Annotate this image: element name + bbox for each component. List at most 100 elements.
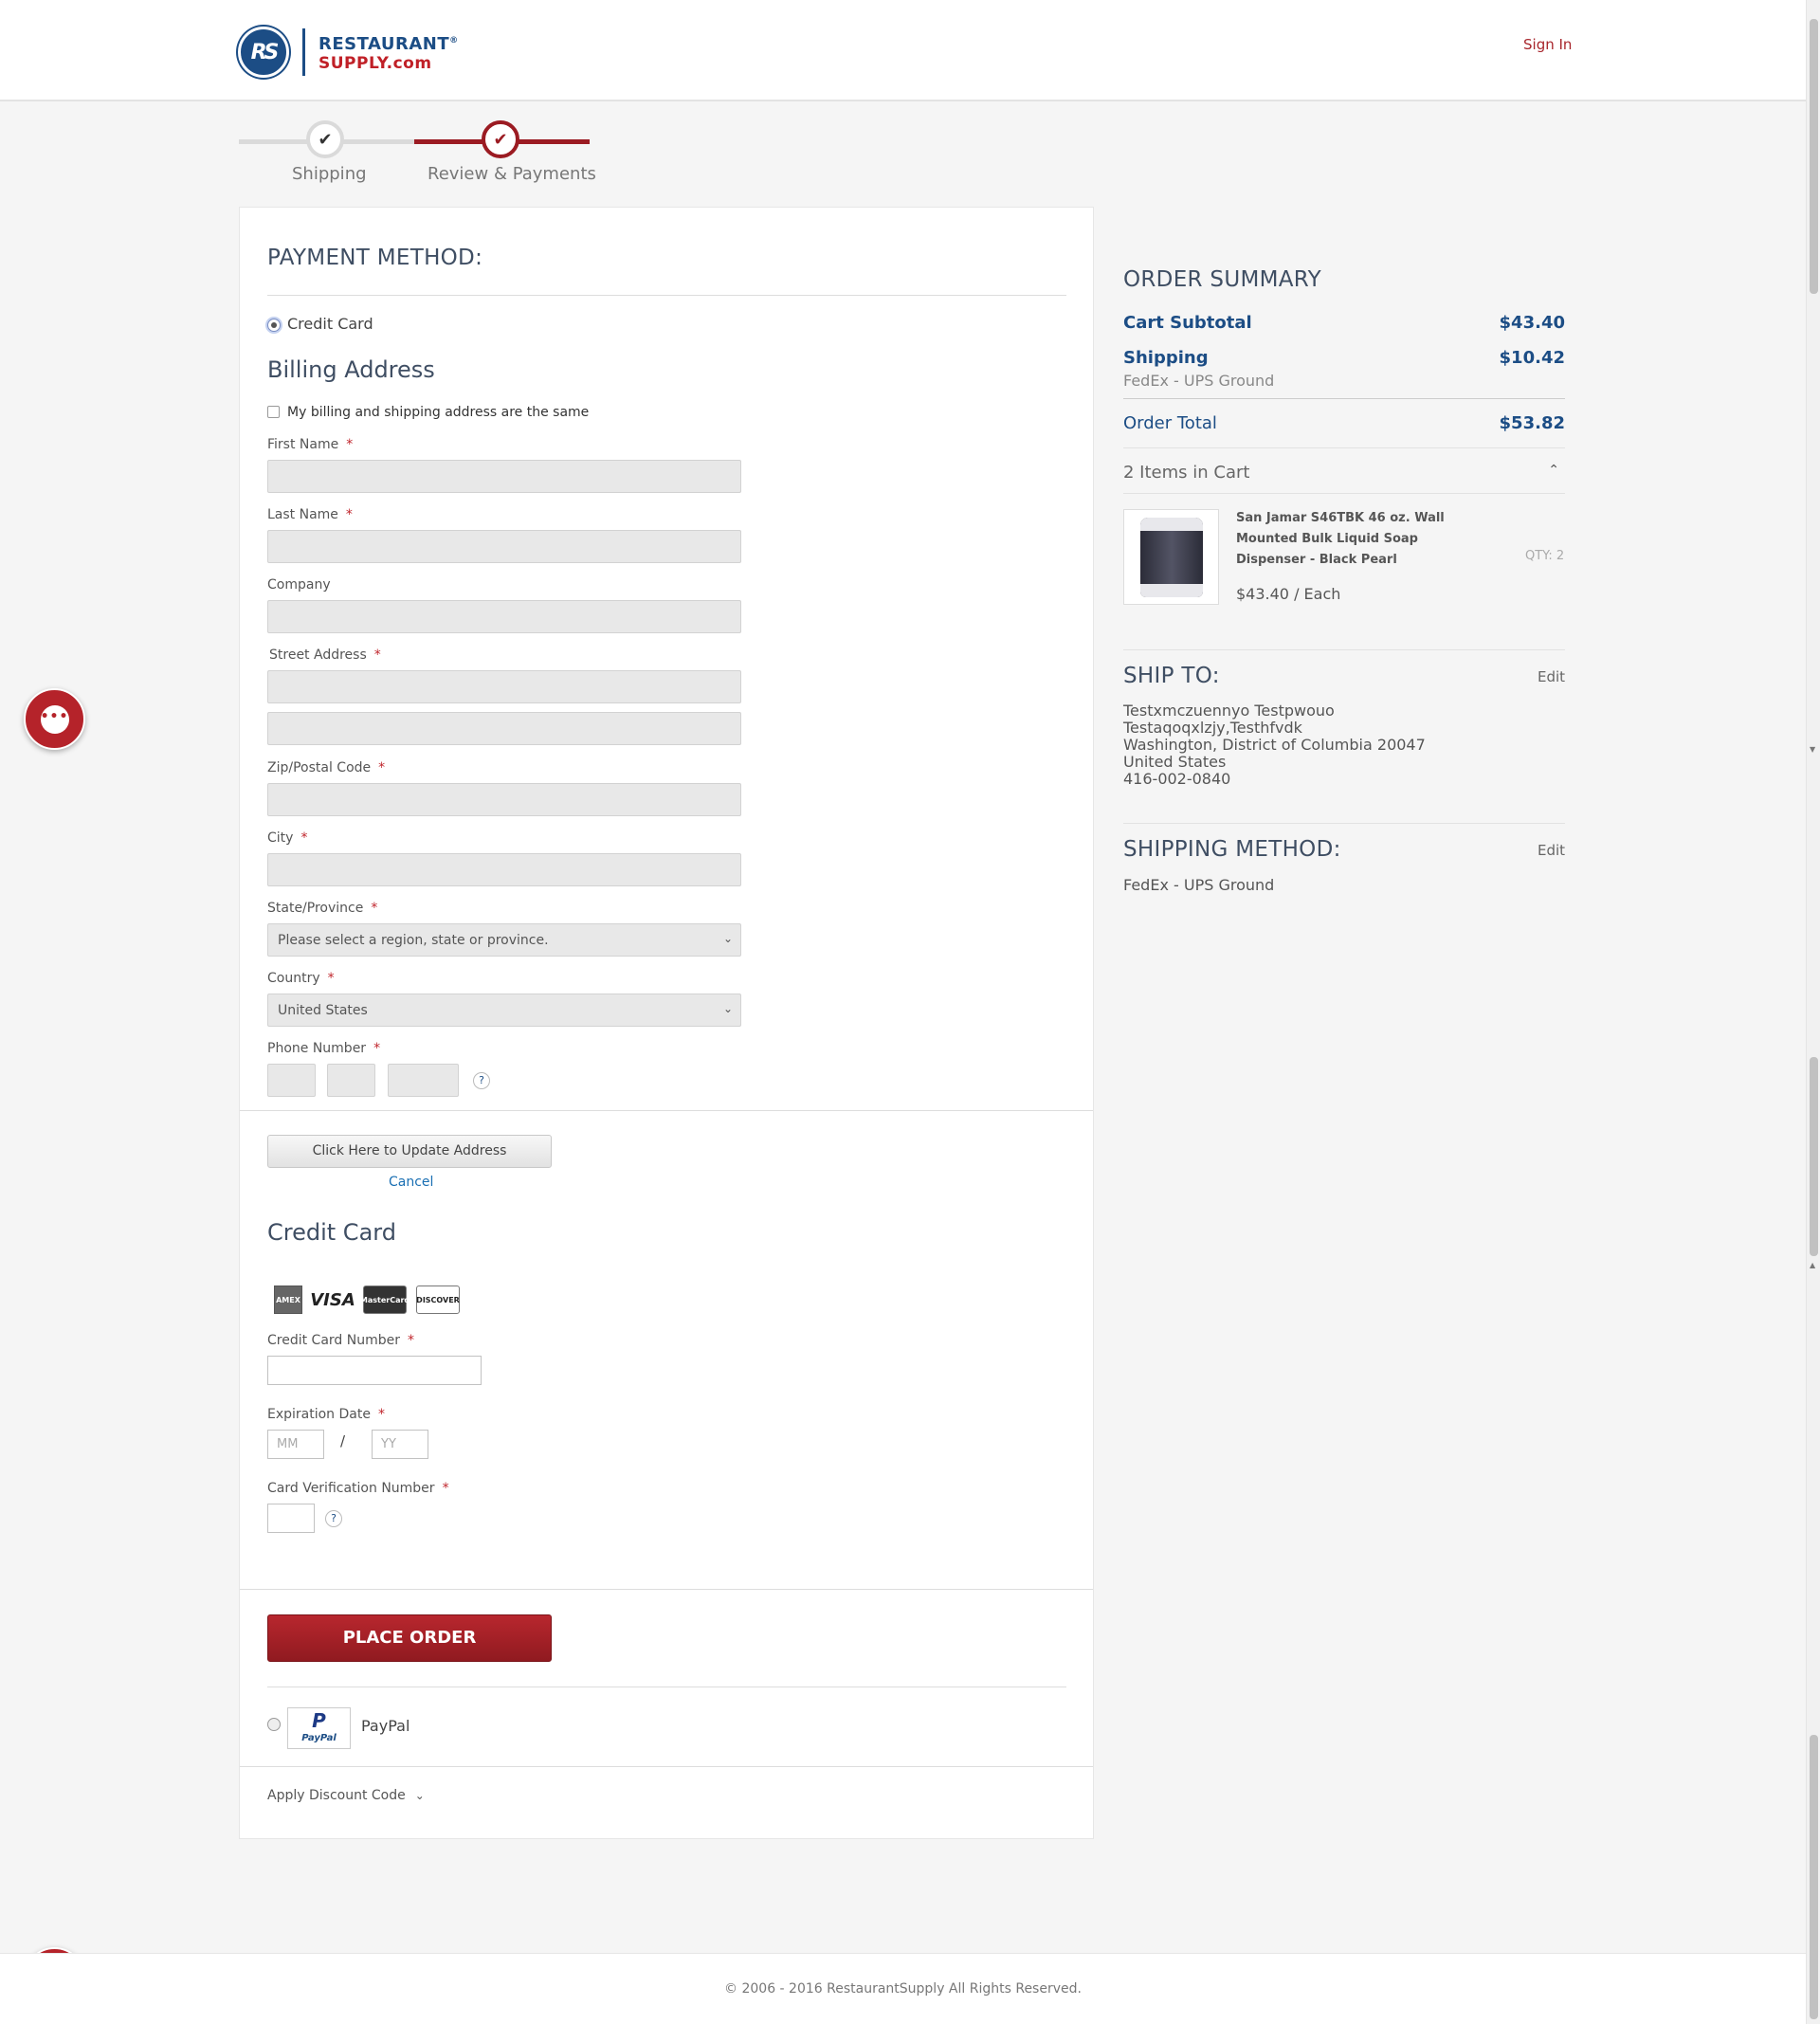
chat-bubble-icon: ••• (40, 704, 69, 734)
billing-address-heading: Billing Address (267, 356, 435, 383)
place-order-button[interactable]: PLACE ORDER (267, 1614, 552, 1662)
scroll-up-arrow-icon[interactable]: ▲ (1810, 1261, 1815, 1269)
shipping-carrier: FedEx - UPS Ground (1123, 372, 1275, 390)
last-name-input[interactable] (267, 530, 741, 563)
cancel-link[interactable]: Cancel (389, 1175, 433, 1190)
cart-subtotal-value: $43.40 (1499, 313, 1565, 333)
sign-in-link[interactable]: Sign In (1523, 36, 1572, 53)
same-address-checkbox[interactable] (267, 406, 280, 418)
scroll-thumb[interactable] (1810, 19, 1818, 294)
logo-line1: RESTAURANT (318, 34, 450, 54)
shipping-label: Shipping (1123, 348, 1209, 368)
address-line: Testxmczuennyo Testpwouo (1123, 702, 1335, 720)
scroll-thumb[interactable] (1810, 1057, 1818, 1256)
logo-registered-mark: ® (449, 36, 459, 46)
amex-icon: AMEX (274, 1286, 302, 1314)
logo-divider (302, 28, 305, 76)
product-name: San Jamar S46TBK 46 oz. Wall Mounted Bul… (1236, 511, 1445, 567)
paypal-radio[interactable] (267, 1718, 281, 1731)
order-summary-heading: ORDER SUMMARY (1123, 267, 1321, 292)
order-total-label: Order Total (1123, 413, 1217, 433)
street-address-label: Street Address * (269, 647, 381, 663)
site-footer: © 2006 - 2016 RestaurantSupply All Right… (0, 1953, 1806, 2024)
site-logo[interactable]: RS RESTAURANT® SUPPLY.com (238, 27, 459, 78)
divider (1123, 398, 1565, 399)
discover-icon: DISCOVER (416, 1286, 460, 1314)
company-label: Company (267, 577, 331, 593)
step-review-check-icon: ✔ (482, 120, 519, 158)
first-name-label: First Name * (267, 437, 354, 452)
mastercard-icon: MasterCard (360, 1286, 410, 1314)
step-shipping-label[interactable]: Shipping (292, 164, 367, 184)
scroll-down-arrow-icon[interactable]: ▼ (1810, 745, 1815, 754)
cart-subtotal-label: Cart Subtotal (1123, 313, 1252, 333)
page-scrollbar[interactable]: ▼ ▲ (1806, 0, 1820, 2024)
product-price: $43.40 / Each (1236, 585, 1341, 603)
order-total-value: $53.82 (1499, 413, 1565, 433)
same-address-label[interactable]: My billing and shipping address are the … (287, 405, 589, 420)
exp-separator: / (340, 1432, 346, 1450)
city-input[interactable] (267, 853, 741, 886)
street-address-line2-input[interactable] (267, 712, 741, 745)
copyright-text: © 2006 - 2016 RestaurantSupply All Right… (724, 1981, 1082, 1997)
country-select[interactable]: United States ⌄ (267, 994, 741, 1027)
phone-area-code-input[interactable] (267, 1064, 316, 1097)
state-label: State/Province * (267, 901, 378, 916)
exp-year-input[interactable]: YY (372, 1430, 428, 1459)
street-address-line1-input[interactable] (267, 670, 741, 703)
order-total-row: Order Total $53.82 (1123, 413, 1565, 433)
payment-panel: PAYMENT METHOD: Credit Card Billing Addr… (239, 207, 1094, 1839)
phone-help-icon[interactable]: ? (473, 1072, 490, 1089)
phone-prefix-input[interactable] (327, 1064, 375, 1097)
product-qty: QTY: 2 (1525, 549, 1565, 563)
update-address-button[interactable]: Click Here to Update Address (267, 1135, 552, 1168)
phone-line-input[interactable] (388, 1064, 459, 1097)
ship-to-heading: SHIP TO: (1123, 664, 1220, 688)
credit-card-option-label[interactable]: Credit Card (287, 315, 373, 333)
last-name-label: Last Name * (267, 507, 353, 522)
items-in-cart-toggle[interactable]: 2 Items in Cart ⌃ (1123, 463, 1565, 483)
address-line: Testaqoqxlzjy,Testhfvdk (1123, 719, 1302, 737)
paypal-option-label[interactable]: PayPal (361, 1717, 410, 1735)
logo-wordmark: RESTAURANT® SUPPLY.com (318, 31, 459, 74)
cvv-input[interactable] (267, 1504, 315, 1533)
cvv-label: Card Verification Number * (267, 1481, 449, 1496)
exp-month-input[interactable]: MM (267, 1430, 324, 1459)
expiration-label: Expiration Date * (267, 1407, 385, 1422)
cc-number-label: Credit Card Number * (267, 1333, 414, 1348)
accepted-cards: AMEX VISA MasterCard DISCOVER (274, 1286, 460, 1314)
paypal-logo-icon: P PayPal (287, 1707, 351, 1749)
step-review-label: Review & Payments (428, 164, 596, 184)
shipping-row: Shipping $10.42 (1123, 348, 1565, 368)
divider (267, 295, 1066, 296)
chat-button[interactable]: ••• (24, 688, 85, 750)
company-input[interactable] (267, 600, 741, 633)
zip-label: Zip/Postal Code * (267, 760, 386, 775)
site-header: RS RESTAURANT® SUPPLY.com Sign In (0, 0, 1806, 101)
address-line: United States (1123, 753, 1227, 771)
logo-line2: SUPPLY.com (318, 54, 432, 73)
scroll-thumb[interactable] (1810, 1735, 1818, 2019)
country-label: Country * (267, 971, 335, 986)
product-image[interactable] (1123, 509, 1219, 605)
first-name-input[interactable] (267, 460, 741, 493)
address-line: Washington, District of Columbia 20047 (1123, 736, 1426, 754)
cc-number-input[interactable] (267, 1356, 482, 1385)
shipping-method-heading: SHIPPING METHOD: (1123, 837, 1341, 862)
credit-card-radio[interactable] (267, 319, 281, 332)
shipping-method-edit-link[interactable]: Edit (1538, 842, 1565, 859)
cvv-help-icon[interactable]: ? (325, 1510, 342, 1527)
divider (240, 1766, 1093, 1767)
checkout-progress: ✔ ✔ Shipping Review & Payments (239, 120, 596, 196)
address-line: 416-002-0840 (1123, 770, 1231, 788)
divider (240, 1110, 1093, 1111)
logo-mark: RS (238, 27, 289, 78)
divider (1123, 649, 1565, 650)
ship-to-edit-link[interactable]: Edit (1538, 668, 1565, 685)
zip-input[interactable] (267, 783, 741, 816)
state-select[interactable]: Please select a region, state or provinc… (267, 923, 741, 957)
city-label: City * (267, 830, 308, 846)
step-shipping-check-icon[interactable]: ✔ (306, 120, 344, 158)
apply-discount-toggle[interactable]: Apply Discount Code ⌄ (267, 1788, 425, 1803)
soap-dispenser-image (1140, 518, 1203, 597)
